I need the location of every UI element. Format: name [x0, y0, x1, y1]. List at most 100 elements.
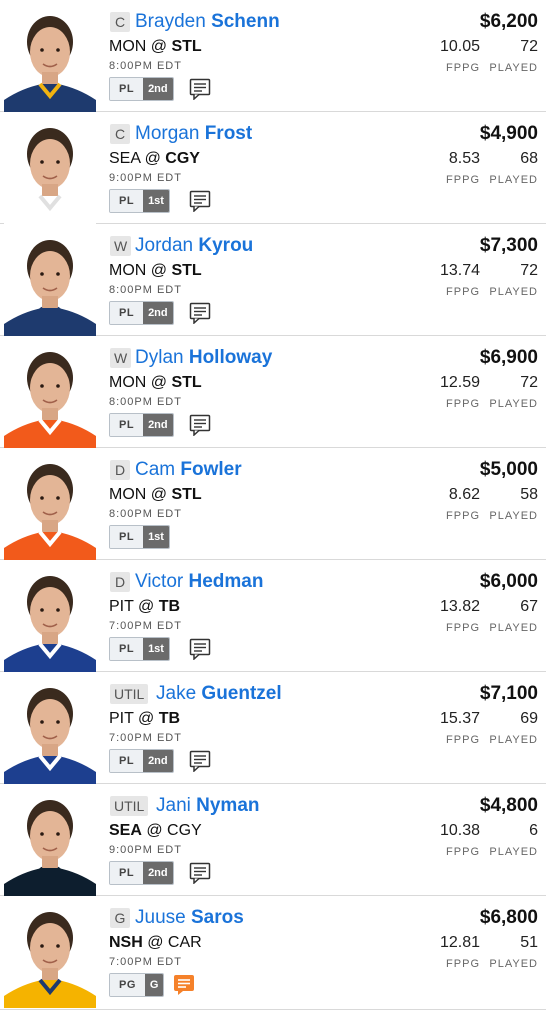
player-last-name[interactable]: Fowler	[180, 459, 241, 480]
line-number-label: 2nd	[143, 862, 173, 884]
game-matchup: SEA @ CGY	[109, 821, 202, 841]
player-row[interactable]: UTIL Jake Guentzel PIT @ TB 7:00PM EDT P…	[0, 672, 546, 784]
player-last-name[interactable]: Saros	[191, 907, 244, 928]
news-icon[interactable]	[189, 750, 211, 773]
fppg-label: FPPG	[446, 62, 480, 74]
played-value: 72	[520, 38, 538, 55]
home-team: CAR	[167, 934, 202, 951]
fppg-value: 13.82	[439, 598, 480, 615]
played-label: PLAYED	[489, 622, 538, 634]
player-first-name[interactable]: Cam	[135, 459, 175, 480]
player-row[interactable]: W Jordan Kyrou MON @ STL 8:00PM EDT PL 2…	[0, 224, 546, 336]
fppg-value: 15.37	[439, 710, 480, 727]
line-badge: PG G	[109, 973, 165, 997]
position-tag: D	[110, 572, 130, 592]
player-first-name[interactable]: Juuse	[135, 907, 186, 928]
played-value: 6	[529, 822, 538, 839]
at-separator: @	[141, 822, 168, 839]
fppg-value: 10.05	[439, 38, 480, 55]
played-value: 51	[520, 934, 538, 951]
player-last-name[interactable]: Hedman	[189, 571, 264, 592]
player-row[interactable]: G Juuse Saros NSH @ CAR 7:00PM EDT PG G …	[0, 896, 546, 1010]
player-row[interactable]: C Brayden Schenn MON @ STL 8:00PM EDT PL…	[0, 0, 546, 112]
news-icon[interactable]	[189, 862, 211, 885]
player-first-name[interactable]: Dylan	[135, 347, 184, 368]
player-row[interactable]: D Cam Fowler MON @ STL 8:00PM EDT PL 1st…	[0, 448, 546, 560]
salary: $7,100	[479, 683, 538, 704]
player-last-name[interactable]: Frost	[205, 123, 253, 144]
player-first-name[interactable]: Brayden	[135, 11, 206, 32]
player-name-link[interactable]: Cam Fowler	[135, 458, 242, 482]
played-label: PLAYED	[489, 734, 538, 746]
player-row[interactable]: UTIL Jani Nyman SEA @ CGY 9:00PM EDT PL …	[0, 784, 546, 896]
player-last-name[interactable]: Nyman	[196, 795, 259, 816]
player-name-link[interactable]: Victor Hedman	[135, 570, 263, 594]
news-icon[interactable]	[189, 302, 211, 325]
at-separator: @	[146, 38, 172, 55]
line-type-label: PL	[110, 302, 144, 324]
player-last-name[interactable]: Schenn	[211, 11, 280, 32]
home-team: STL	[171, 38, 202, 55]
player-headshot[interactable]	[2, 336, 98, 448]
at-separator: @	[133, 598, 159, 615]
player-name-link[interactable]: Brayden Schenn	[135, 10, 280, 34]
game-time: 8:00PM EDT	[109, 508, 182, 520]
player-headshot[interactable]	[2, 560, 98, 672]
player-headshot[interactable]	[2, 896, 98, 1008]
player-headshot[interactable]	[2, 672, 98, 784]
salary: $6,900	[479, 347, 538, 368]
line-type-label: PL	[110, 638, 144, 660]
played-label: PLAYED	[489, 62, 538, 74]
played-value: 67	[520, 598, 538, 615]
player-last-name[interactable]: Guentzel	[201, 683, 281, 704]
player-name-link[interactable]: Jordan Kyrou	[135, 234, 253, 258]
player-last-name[interactable]: Holloway	[189, 347, 272, 368]
news-icon[interactable]	[189, 638, 211, 661]
player-first-name[interactable]: Victor	[135, 571, 183, 592]
player-name-link[interactable]: Morgan Frost	[135, 122, 252, 146]
game-time: 7:00PM EDT	[109, 732, 182, 744]
fppg-label: FPPG	[446, 622, 480, 634]
player-headshot[interactable]	[2, 784, 98, 896]
line-type-label: PL	[110, 414, 144, 436]
player-last-name[interactable]: Kyrou	[198, 235, 253, 256]
player-first-name[interactable]: Jordan	[135, 235, 193, 256]
player-headshot[interactable]	[2, 448, 98, 560]
game-matchup: PIT @ TB	[109, 597, 180, 617]
line-number-label: 2nd	[143, 750, 173, 772]
salary: $4,900	[479, 123, 538, 144]
played-label: PLAYED	[489, 398, 538, 410]
fppg-label: FPPG	[446, 734, 480, 746]
position-tag: G	[110, 908, 130, 928]
player-name-link[interactable]: Jani Nyman	[156, 794, 260, 818]
away-team: NSH	[109, 934, 143, 951]
player-headshot[interactable]	[2, 224, 98, 336]
fppg-label: FPPG	[446, 846, 480, 858]
player-list: C Brayden Schenn MON @ STL 8:00PM EDT PL…	[0, 0, 546, 1010]
played-value: 72	[520, 262, 538, 279]
home-team: STL	[171, 374, 202, 391]
line-number-label: 2nd	[143, 414, 173, 436]
news-icon[interactable]	[189, 78, 211, 101]
player-row[interactable]: W Dylan Holloway MON @ STL 8:00PM EDT PL…	[0, 336, 546, 448]
position-tag: UTIL	[110, 684, 149, 704]
player-name-link[interactable]: Juuse Saros	[135, 906, 244, 930]
line-number-label: 2nd	[143, 302, 173, 324]
player-name-link[interactable]: Jake Guentzel	[156, 682, 282, 706]
player-row[interactable]: C Morgan Frost SEA @ CGY 9:00PM EDT PL 1…	[0, 112, 546, 224]
news-icon[interactable]	[189, 190, 211, 213]
news-icon[interactable]	[173, 974, 195, 996]
line-number-label: G	[144, 974, 164, 996]
player-first-name[interactable]: Jake	[156, 683, 196, 704]
player-row[interactable]: D Victor Hedman PIT @ TB 7:00PM EDT PL 1…	[0, 560, 546, 672]
player-headshot[interactable]	[2, 112, 98, 224]
player-headshot[interactable]	[2, 0, 98, 112]
position-tag: W	[110, 348, 132, 368]
salary: $5,000	[479, 459, 538, 480]
player-first-name[interactable]: Morgan	[135, 123, 199, 144]
news-icon[interactable]	[189, 414, 211, 437]
player-name-link[interactable]: Dylan Holloway	[135, 346, 272, 370]
at-separator: @	[140, 150, 166, 167]
fppg-value: 12.81	[439, 934, 480, 951]
player-first-name[interactable]: Jani	[156, 795, 191, 816]
